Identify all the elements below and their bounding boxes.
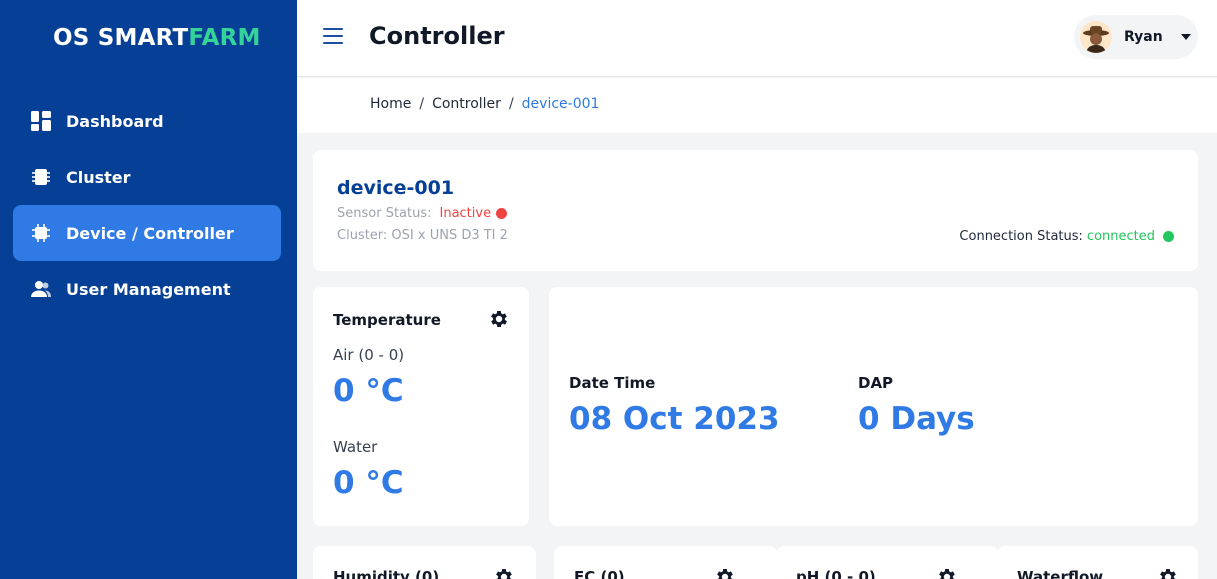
air-temperature-label: Air (0 - 0) xyxy=(333,346,405,364)
dap-value: 0 Days xyxy=(858,401,975,437)
gear-icon[interactable] xyxy=(493,566,515,579)
date-time-value: 08 Oct 2023 xyxy=(569,401,780,437)
sensor-status: Sensor Status: Inactive xyxy=(337,206,508,221)
humidity-title: Humidity (0) xyxy=(333,568,440,579)
waterflow-title: Waterflow xyxy=(1017,568,1104,579)
water-temperature-value: 0 °C xyxy=(333,465,404,501)
user-menu-button[interactable]: Ryan xyxy=(1074,15,1198,59)
brand-text-accent: FARM xyxy=(188,25,261,51)
breadcrumb-separator: / xyxy=(508,96,514,112)
connection-status-value: connected xyxy=(1086,229,1155,244)
breadcrumb-controller[interactable]: Controller xyxy=(432,96,501,112)
breadcrumb-current: device-001 xyxy=(521,96,600,112)
sensor-status-value: Inactive xyxy=(439,206,492,221)
status-dot-icon xyxy=(496,208,508,219)
users-icon xyxy=(31,279,51,299)
chip-icon xyxy=(31,223,51,243)
page-title: Controller xyxy=(369,22,505,50)
temperature-title: Temperature xyxy=(333,311,441,329)
breadcrumb-bar: Home / Controller / device-001 xyxy=(297,78,1217,133)
sidebar-item-label: Cluster xyxy=(66,167,131,187)
sidebar-item-cluster[interactable]: Cluster xyxy=(13,149,281,205)
sensor-status-label: Sensor Status: xyxy=(337,206,432,221)
waterflow-card: Waterflow xyxy=(997,546,1198,579)
sidebar-item-label: Dashboard xyxy=(66,111,164,131)
status-dot-icon xyxy=(1163,231,1174,242)
dap-label: DAP xyxy=(858,374,894,392)
sidebar-item-label: User Management xyxy=(66,279,231,299)
dashboard-icon xyxy=(31,111,51,131)
breadcrumb-separator: / xyxy=(419,96,425,112)
breadcrumb: Home / Controller / device-001 xyxy=(370,96,599,112)
gear-icon[interactable] xyxy=(714,566,736,579)
sidebar-item-dashboard[interactable]: Dashboard xyxy=(13,93,281,149)
ec-title: EC (0) xyxy=(574,568,625,579)
device-info-card: device-001 Sensor Status: Inactive Clust… xyxy=(313,150,1198,271)
avatar xyxy=(1080,21,1112,53)
ph-card: pH (0 - 0) xyxy=(776,546,999,579)
sidebar-item-user-management[interactable]: User Management xyxy=(13,261,281,317)
brand-text: OS SMART xyxy=(53,25,189,51)
connection-status: Connection Status: connected xyxy=(959,229,1174,244)
brand-logo[interactable]: OS SMARTFARM xyxy=(53,25,261,51)
user-name: Ryan xyxy=(1124,29,1163,45)
sidebar-item-device-controller[interactable]: Device / Controller xyxy=(13,205,281,261)
sidebar: OS SMARTFARM Dashboard Cluster Device / … xyxy=(0,0,297,579)
sidebar-nav: Dashboard Cluster Device / Controller Us… xyxy=(13,93,281,317)
device-name: device-001 xyxy=(337,177,455,199)
humidity-card: Humidity (0) xyxy=(313,546,536,579)
gear-icon[interactable] xyxy=(936,566,958,579)
ec-card: EC (0) xyxy=(554,546,777,579)
sidebar-item-label: Device / Controller xyxy=(66,223,234,243)
menu-icon[interactable] xyxy=(323,28,343,46)
air-temperature-value: 0 °C xyxy=(333,373,404,409)
ph-title: pH (0 - 0) xyxy=(796,568,876,579)
chip-icon xyxy=(31,167,51,187)
gear-icon[interactable] xyxy=(488,308,510,330)
date-time-label: Date Time xyxy=(569,374,656,392)
temperature-card: Temperature Air (0 - 0) 0 °C Water 0 °C xyxy=(313,287,529,526)
gear-icon[interactable] xyxy=(1157,566,1179,579)
cluster-info: Cluster: OSI x UNS D3 TI 2 xyxy=(337,228,508,243)
water-temperature-label: Water xyxy=(333,438,378,456)
top-header: Controller Ryan xyxy=(297,0,1217,77)
connection-status-label: Connection Status: xyxy=(959,229,1083,244)
datetime-card: Date Time 08 Oct 2023 DAP 0 Days xyxy=(549,287,1198,526)
chevron-down-icon xyxy=(1180,34,1191,40)
breadcrumb-home[interactable]: Home xyxy=(370,96,411,112)
